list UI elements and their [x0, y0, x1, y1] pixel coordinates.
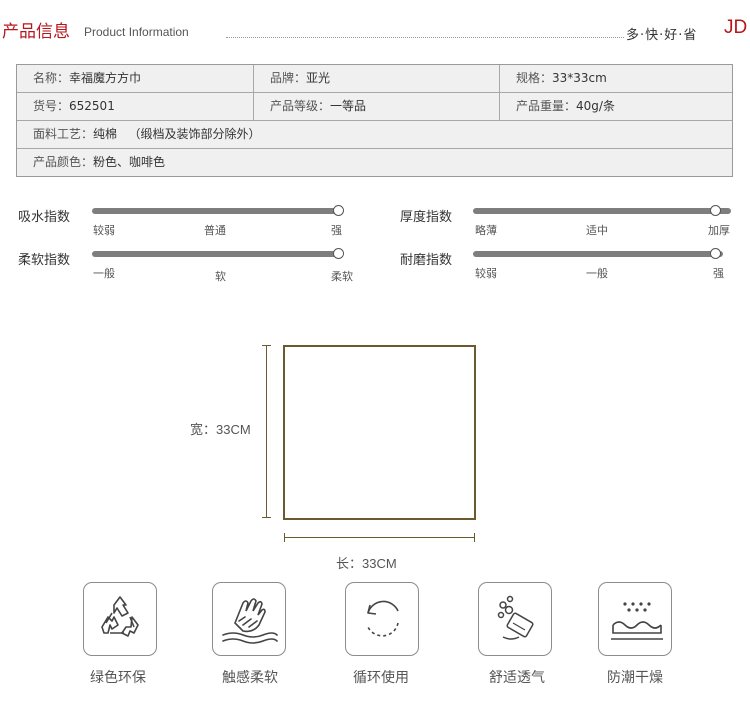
spec-row: 货号：652501 产品等级：一等品 产品重量：40g/条 [17, 93, 732, 121]
index-tick: 一般 [586, 267, 608, 280]
index-tick: 较弱 [93, 224, 115, 237]
index-knob [333, 248, 344, 259]
index-tick: 略薄 [475, 224, 497, 237]
index-tick: 普通 [204, 224, 226, 237]
spec-row: 名称：幸福魔方方巾 品牌：亚光 规格：33*33cm [17, 65, 732, 93]
hand-touch-icon [212, 582, 286, 656]
index-track [92, 251, 342, 257]
index-tick: 较弱 [475, 267, 497, 280]
slogan: 多·快·好·省 [626, 28, 698, 43]
cycle-arrow-icon [345, 582, 419, 656]
recycle-icon [83, 582, 157, 656]
feature-label: 循环使用 [353, 670, 409, 686]
index-tick: 适中 [586, 224, 608, 237]
spec-cell: 品牌：亚光 [253, 65, 499, 92]
index-tick: 加厚 [708, 224, 730, 237]
length-label: 长：33CM [336, 556, 397, 571]
section-subtitle: Product Information [84, 25, 189, 39]
header-divider [226, 37, 624, 38]
index-label: 耐磨指数 [400, 253, 453, 268]
spec-cell: 面料工艺：纯棉 （缎档及装饰部分除外） [33, 127, 261, 141]
towel-outline [283, 345, 476, 520]
index-knob [333, 205, 344, 216]
spec-cell: 产品颜色：粉色、咖啡色 [33, 155, 166, 169]
index-label: 吸水指数 [18, 210, 71, 225]
feature-label: 舒适透气 [489, 670, 545, 686]
spec-row: 面料工艺：纯棉 （缎档及装饰部分除外） [17, 121, 732, 149]
dimension-cap [262, 517, 271, 518]
width-dimension-line [266, 345, 267, 518]
spec-table: 名称：幸福魔方方巾 品牌：亚光 规格：33*33cm 货号：652501 产品等… [16, 64, 733, 177]
dimension-cap [474, 533, 475, 542]
jd-logo: JD [724, 17, 748, 38]
index-track [473, 208, 731, 214]
feature-label: 绿色环保 [90, 670, 146, 686]
dimension-cap [284, 533, 285, 542]
bubbles-icon [478, 582, 552, 656]
feature-label: 触感柔软 [222, 670, 278, 686]
feature-label: 防潮干燥 [607, 670, 663, 686]
index-tick: 强 [331, 224, 342, 237]
spec-cell: 产品重量：40g/条 [499, 93, 732, 120]
index-tick: 柔软 [331, 270, 353, 283]
index-track [92, 208, 342, 214]
index-knob [710, 205, 721, 216]
length-dimension-line [284, 537, 475, 538]
moisture-icon [598, 582, 672, 656]
dimension-cap [262, 345, 271, 346]
width-label: 宽：33CM [190, 422, 251, 437]
index-track [473, 251, 723, 257]
spec-cell: 名称：幸福魔方方巾 [33, 71, 142, 85]
index-tick: 强 [713, 267, 724, 280]
index-label: 柔软指数 [18, 253, 71, 268]
spec-cell: 货号：652501 [33, 99, 115, 113]
index-knob [710, 248, 721, 259]
index-tick: 软 [215, 270, 226, 283]
index-tick: 一般 [93, 267, 115, 280]
section-title: 产品信息 [2, 22, 70, 42]
spec-cell: 产品等级：一等品 [253, 93, 499, 120]
index-label: 厚度指数 [400, 210, 453, 225]
spec-cell: 规格：33*33cm [499, 65, 732, 92]
spec-row: 产品颜色：粉色、咖啡色 [17, 149, 732, 176]
